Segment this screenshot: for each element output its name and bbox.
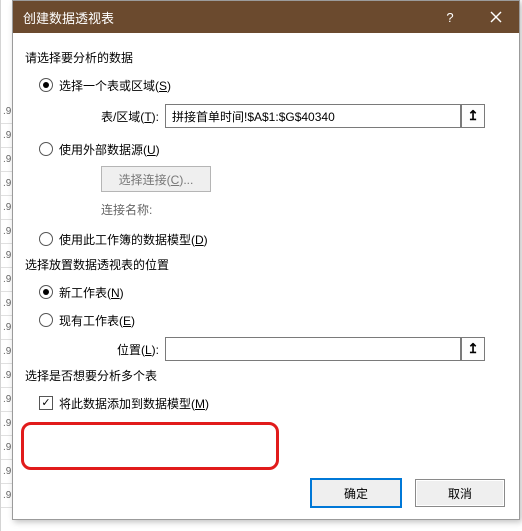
range-picker-icon: ↥ [467, 108, 478, 124]
dialog-body: 请选择要分析的数据 选择一个表或区域(S) 表/区域(T): ↥ [13, 33, 519, 519]
radio-icon [39, 78, 53, 92]
option-add-to-datamodel[interactable]: 将此数据添加到数据模型(M) [39, 392, 507, 414]
titlebar: 创建数据透视表 ? [13, 1, 519, 33]
option-select-table-label: 选择一个表或区域(S) [59, 77, 171, 94]
section-multi-table-heading: 选择是否想要分析多个表 [25, 367, 507, 384]
option-external-source-label: 使用外部数据源(U) [59, 141, 160, 158]
radio-icon [39, 142, 53, 156]
create-pivottable-dialog: 创建数据透视表 ? 请选择要分析的数据 选择一个表或区域(S) 表/区域(T): [12, 0, 520, 520]
radio-icon [39, 232, 53, 246]
location-label: 位置(L): [39, 341, 159, 358]
section-analyze-data-heading: 请选择要分析的数据 [25, 49, 507, 66]
close-button[interactable] [473, 1, 519, 33]
option-existing-worksheet[interactable]: 现有工作表(E) [39, 309, 507, 331]
annotation-highlight [21, 422, 279, 470]
option-use-datamodel-label: 使用此工作簿的数据模型(D) [59, 231, 208, 248]
table-range-input[interactable] [165, 104, 461, 128]
ok-button[interactable]: 确定 [311, 479, 401, 507]
range-picker-button[interactable]: ↥ [461, 104, 485, 128]
option-external-source[interactable]: 使用外部数据源(U) [39, 138, 507, 160]
dialog-button-row: 确定 取消 [311, 479, 505, 507]
location-picker-button[interactable]: ↥ [461, 337, 485, 361]
help-icon: ? [446, 10, 453, 25]
connection-name-label: 连接名称: [101, 198, 507, 220]
close-icon [490, 11, 502, 23]
help-button[interactable]: ? [427, 1, 473, 33]
range-label: 表/区域(T): [39, 108, 159, 125]
section-placement-heading: 选择放置数据透视表的位置 [25, 256, 507, 273]
radio-icon [39, 285, 53, 299]
option-new-worksheet[interactable]: 新工作表(N) [39, 281, 507, 303]
dialog-title: 创建数据透视表 [23, 8, 427, 27]
option-use-datamodel[interactable]: 使用此工作簿的数据模型(D) [39, 228, 507, 250]
checkbox-icon [39, 396, 53, 410]
option-select-table[interactable]: 选择一个表或区域(S) [39, 74, 507, 96]
choose-connection-button: 选择连接(C)... [101, 166, 211, 192]
radio-icon [39, 313, 53, 327]
cancel-button[interactable]: 取消 [415, 479, 505, 507]
location-input[interactable] [165, 337, 461, 361]
option-new-worksheet-label: 新工作表(N) [59, 284, 124, 301]
range-picker-icon: ↥ [467, 341, 478, 357]
option-existing-worksheet-label: 现有工作表(E) [59, 312, 135, 329]
option-add-to-datamodel-label: 将此数据添加到数据模型(M) [59, 395, 209, 412]
